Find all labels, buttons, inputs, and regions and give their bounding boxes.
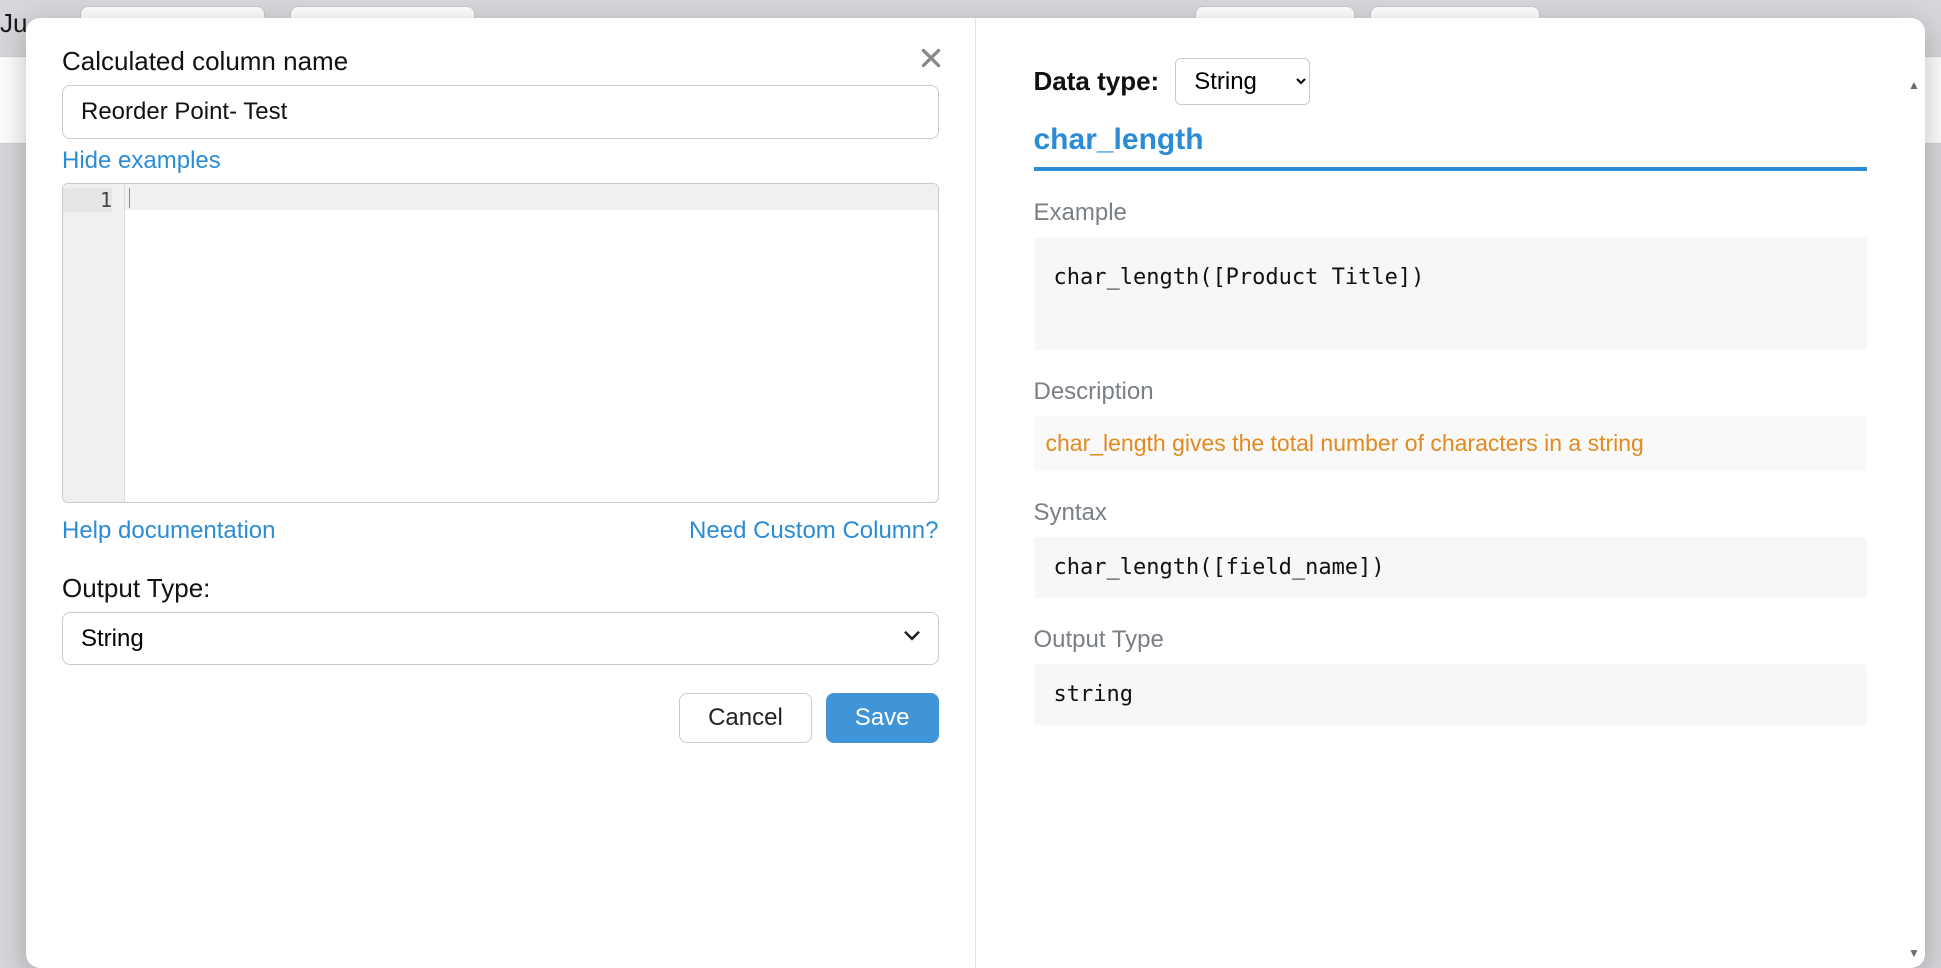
output-type-section-label: Output Type — [1034, 626, 1868, 654]
active-line — [125, 184, 938, 210]
example-code-block: char_length([Product Title]) — [1034, 237, 1868, 350]
syntax-label: Syntax — [1034, 499, 1868, 527]
need-custom-column-link[interactable]: Need Custom Column? — [689, 517, 938, 545]
data-type-label: Data type: — [1034, 66, 1160, 97]
hide-examples-link[interactable]: Hide examples — [62, 147, 221, 174]
description-text: char_length gives the total number of ch… — [1034, 416, 1868, 471]
scroll-up-icon[interactable]: ▲ — [1907, 78, 1921, 92]
editor-body[interactable] — [125, 184, 938, 502]
scrollbar[interactable]: ▲ ▼ — [1907, 78, 1921, 960]
syntax-code-block: char_length([field_name]) — [1034, 537, 1868, 598]
description-label: Description — [1034, 378, 1868, 406]
help-documentation-link[interactable]: Help documentation — [62, 517, 275, 545]
example-label: Example — [1034, 199, 1868, 227]
data-type-select[interactable]: String — [1175, 58, 1310, 105]
right-pane: Data type: String char_length Example ch… — [976, 18, 1926, 968]
save-button[interactable]: Save — [826, 693, 939, 743]
column-name-input[interactable] — [62, 85, 939, 139]
output-type-value-block: string — [1034, 664, 1868, 725]
column-name-label: Calculated column name — [62, 46, 939, 77]
output-type-select-wrap: String — [62, 604, 939, 665]
cancel-button[interactable]: Cancel — [679, 693, 812, 743]
help-row: Help documentation Need Custom Column? — [62, 517, 939, 545]
editor-gutter: 1 — [63, 184, 125, 502]
line-number: 1 — [63, 188, 112, 212]
function-name-heading: char_length — [1034, 123, 1868, 171]
left-pane: Calculated column name Hide examples 1 H… — [26, 18, 976, 968]
output-type-select[interactable]: String — [62, 612, 939, 665]
data-type-row: Data type: String — [1034, 58, 1868, 105]
output-type-label: Output Type: — [62, 573, 939, 604]
formula-editor[interactable]: 1 — [62, 183, 939, 503]
button-row: Cancel Save — [62, 693, 939, 743]
close-icon — [918, 45, 944, 71]
calculated-column-modal: Calculated column name Hide examples 1 H… — [26, 18, 1925, 968]
close-button[interactable] — [913, 40, 949, 76]
app-background: Ju Calculated column name Hide examples … — [0, 0, 1941, 968]
bg-text-fragment: Ju — [0, 8, 27, 39]
scroll-down-icon[interactable]: ▼ — [1907, 946, 1921, 960]
editor-caret — [129, 188, 130, 208]
